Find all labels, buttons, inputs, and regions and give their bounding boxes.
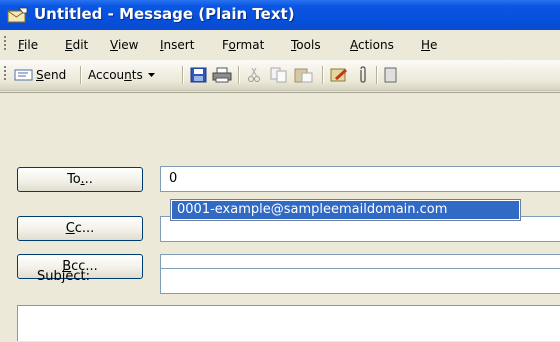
toolbar-separator — [80, 66, 82, 84]
menu-grip[interactable] — [4, 36, 7, 52]
menu-file[interactable]: File — [18, 38, 38, 52]
menu-bar: File Edit View Insert Format Tools Actio… — [0, 30, 560, 60]
accounts-button[interactable]: Accounts — [88, 64, 156, 86]
cut-icon — [248, 67, 260, 82]
toolbar-separator — [238, 66, 240, 84]
standard-toolbar: Send Accounts — [0, 60, 560, 91]
toolbar-separator — [182, 66, 184, 84]
send-icon — [14, 69, 33, 81]
copy-button[interactable] — [270, 64, 288, 86]
save-button[interactable] — [190, 64, 208, 86]
attach-icon — [360, 66, 366, 83]
autocomplete-dropdown: 0001-example@sampleemaildomain.com — [170, 199, 521, 221]
menu-view[interactable]: View — [110, 38, 138, 52]
address-book-icon — [384, 67, 397, 83]
menu-edit[interactable]: Edit — [65, 38, 88, 52]
copy-icon — [270, 67, 287, 83]
menu-help[interactable]: He — [421, 38, 437, 52]
window-title: Untitled - Message (Plain Text) — [34, 5, 295, 23]
subject-field[interactable] — [160, 268, 560, 294]
menu-actions[interactable]: Actions — [350, 38, 394, 52]
print-button[interactable] — [212, 64, 232, 86]
menu-format[interactable]: Format — [222, 38, 264, 52]
toolbar-separator — [376, 66, 378, 84]
subject-label: Subject: — [37, 269, 90, 284]
check-names-icon — [330, 68, 348, 82]
paste-icon — [294, 68, 313, 83]
paste-button[interactable] — [294, 64, 314, 86]
save-icon — [190, 67, 207, 83]
message-icon — [7, 7, 28, 23]
menu-insert[interactable]: Insert — [160, 38, 194, 52]
autocomplete-item[interactable]: 0001-example@sampleemaildomain.com — [172, 201, 519, 219]
message-body[interactable] — [17, 306, 560, 341]
address-book-button[interactable] — [384, 64, 398, 86]
chevron-down-icon — [147, 73, 155, 77]
send-button[interactable]: Send — [14, 64, 66, 86]
cc-button[interactable]: Cc... — [17, 216, 143, 241]
attach-button[interactable] — [356, 64, 370, 86]
toolbar-grip[interactable] — [4, 66, 7, 82]
to-button[interactable]: To... — [17, 167, 143, 192]
to-field-value: 0 — [169, 171, 178, 186]
menu-tools[interactable]: Tools — [291, 38, 321, 52]
to-field[interactable]: 0 — [160, 166, 560, 192]
check-names-button[interactable] — [330, 64, 350, 86]
print-icon — [212, 67, 232, 83]
title-bar[interactable]: Untitled - Message (Plain Text) — [0, 0, 560, 30]
toolbar-separator — [322, 66, 324, 84]
cut-button[interactable] — [246, 64, 262, 86]
